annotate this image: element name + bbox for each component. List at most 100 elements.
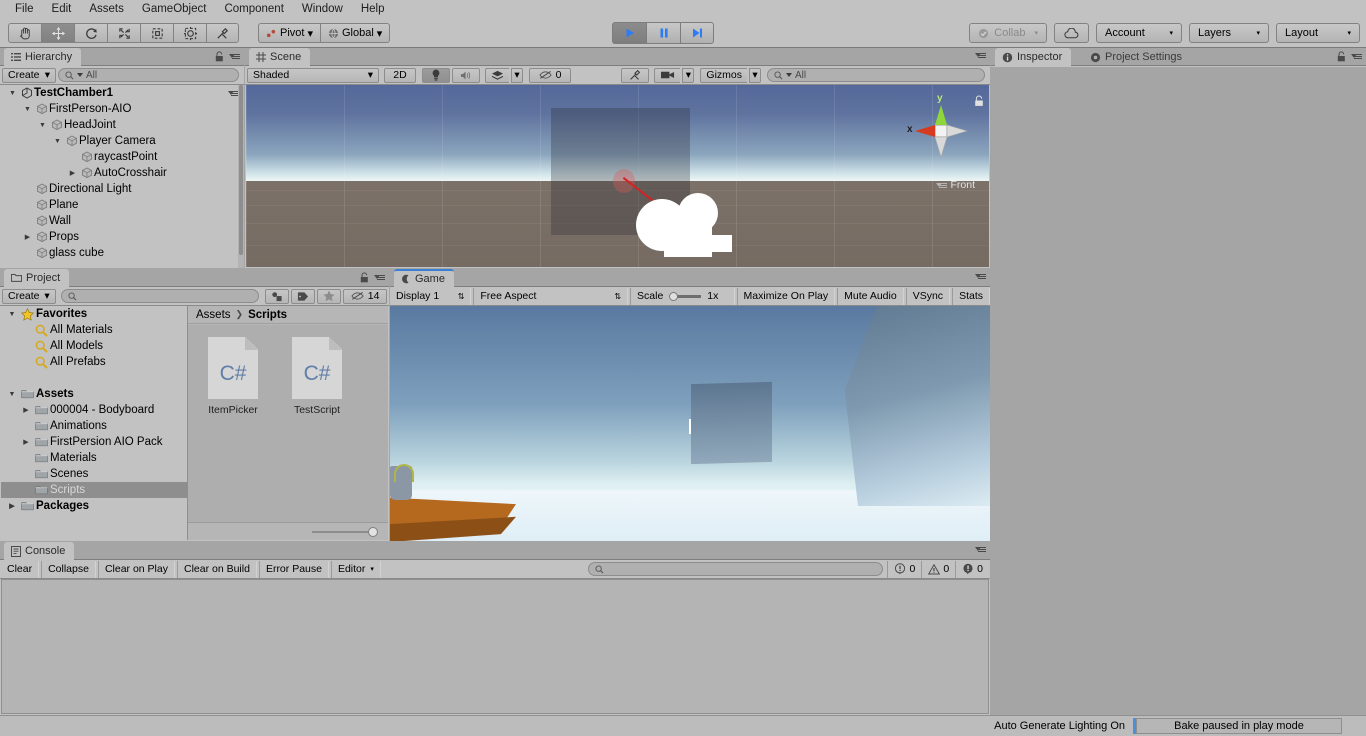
hierarchy-options-icon[interactable] xyxy=(229,52,240,61)
hierarchy-item[interactable]: ▶ AutoCrosshair xyxy=(0,165,244,181)
filter-by-label-button[interactable] xyxy=(291,288,316,304)
gizmos-button[interactable]: Gizmos xyxy=(700,67,747,83)
rect-tool-button[interactable] xyxy=(140,23,173,43)
aspect-dropdown[interactable]: Free Aspect ⇅ xyxy=(473,287,629,305)
console-clear-button[interactable]: Clear xyxy=(1,560,40,578)
scene-viewport[interactable]: y x Front xyxy=(246,85,989,267)
scene-camera-button[interactable] xyxy=(654,67,681,83)
scene-tools-button[interactable] xyxy=(621,67,650,83)
rotate-tool-button[interactable] xyxy=(74,23,107,43)
scene-lighting-toggle[interactable] xyxy=(422,67,450,83)
project-hidden-count[interactable]: 14 xyxy=(343,288,387,304)
layers-button[interactable]: Layers ▾ xyxy=(1189,23,1269,43)
favorites-filter-button[interactable] xyxy=(317,288,342,304)
menu-item-edit[interactable]: Edit xyxy=(43,0,81,18)
asset-item[interactable]: C# TestScript xyxy=(286,337,348,522)
global-button[interactable]: Global ▾ xyxy=(320,23,391,43)
breadcrumb-assets[interactable]: Assets xyxy=(196,309,231,321)
hierarchy-tree[interactable]: ▼ TestChamber1 ▼ FirstPerson-AIO ▼ HeadJoin… xyxy=(0,85,244,268)
move-tool-button[interactable] xyxy=(41,23,74,43)
disclosure-triangle[interactable]: ▶ xyxy=(21,233,34,241)
menu-item-assets[interactable]: Assets xyxy=(80,0,133,18)
menu-item-gameobject[interactable]: GameObject xyxy=(133,0,216,18)
project-tree-item[interactable]: All Models xyxy=(1,338,187,354)
disclosure-triangle[interactable]: ▼ xyxy=(36,122,49,129)
menu-item-file[interactable]: File xyxy=(6,0,43,18)
assets-grid[interactable]: C# ItemPicker C# TestScript xyxy=(188,325,388,522)
project-tree-item[interactable]: ▶ FirstPersion AIO Pack xyxy=(1,434,187,450)
hierarchy-item[interactable]: ▼ FirstPerson-AIO xyxy=(0,101,244,117)
scene-options-icon[interactable] xyxy=(975,51,986,60)
play-button[interactable] xyxy=(612,22,646,44)
project-options-icon[interactable] xyxy=(374,273,385,282)
menu-item-window[interactable]: Window xyxy=(293,0,352,18)
asset-item[interactable]: C# ItemPicker xyxy=(202,337,264,522)
console-search-input[interactable] xyxy=(588,562,884,576)
display-dropdown[interactable]: Display 1 ⇅ xyxy=(390,287,472,305)
hierarchy-scrollbar[interactable] xyxy=(238,85,244,268)
scene-axis-gizmo[interactable]: y x xyxy=(907,93,975,167)
asset-zoom-slider[interactable] xyxy=(188,522,388,540)
hierarchy-item[interactable]: ▼ Player Camera xyxy=(0,133,244,149)
disclosure-triangle[interactable]: ▼ xyxy=(5,311,19,318)
lock-icon[interactable] xyxy=(360,272,369,283)
scene-view-orientation-label[interactable]: Front xyxy=(936,179,975,191)
hierarchy-scene-root[interactable]: ▼ TestChamber1 xyxy=(0,85,244,101)
filter-by-type-button[interactable] xyxy=(265,288,290,304)
disclosure-triangle[interactable]: ▼ xyxy=(51,138,64,145)
hierarchy-item[interactable]: raycastPoint xyxy=(0,149,244,165)
cloud-button[interactable] xyxy=(1054,23,1089,43)
console-clear-on-play-button[interactable]: Clear on Play xyxy=(97,560,175,578)
scene-hidden-objects[interactable]: 0 xyxy=(529,67,571,83)
stats-button[interactable]: Stats xyxy=(952,287,990,305)
disclosure-triangle[interactable]: ▶ xyxy=(19,438,33,446)
shading-mode-dropdown[interactable]: Shaded ▾ xyxy=(247,67,379,83)
scale-slider-group[interactable]: Scale 1x xyxy=(630,287,735,305)
transform-tool-button[interactable] xyxy=(173,23,206,43)
project-search-input[interactable] xyxy=(60,289,260,303)
menu-item-component[interactable]: Component xyxy=(215,0,292,18)
project-tree-item[interactable]: ▼ Assets xyxy=(1,386,187,402)
console-warning-counter[interactable]: 0 xyxy=(921,560,955,578)
project-tree-item[interactable]: All Materials xyxy=(1,322,187,338)
vsync-button[interactable]: VSync xyxy=(905,287,951,305)
tab-inspector[interactable]: Inspector xyxy=(995,48,1072,66)
project-tree-item[interactable]: ▶ 000004 - Bodyboard xyxy=(1,402,187,418)
collab-button[interactable]: Collab ▾ xyxy=(969,23,1047,43)
hierarchy-item[interactable]: Wall xyxy=(0,213,244,229)
disclosure-triangle[interactable]: ▼ xyxy=(5,391,19,398)
tab-hierarchy[interactable]: Hierarchy xyxy=(4,48,82,66)
project-folder-tree[interactable]: ▼ Favorites All Materials All Models All Pre… xyxy=(1,306,187,540)
disclosure-triangle[interactable]: ▼ xyxy=(21,106,34,113)
tab-game[interactable]: Game xyxy=(394,269,454,287)
project-tree-item[interactable]: Scenes xyxy=(1,466,187,482)
layout-button[interactable]: Layout ▾ xyxy=(1276,23,1360,43)
console-collapse-button[interactable]: Collapse xyxy=(41,560,96,578)
game-viewport[interactable] xyxy=(390,306,990,541)
mute-audio-button[interactable]: Mute Audio xyxy=(837,287,904,305)
hierarchy-item[interactable]: ▶ Props xyxy=(0,229,244,245)
scene-search-input[interactable]: All xyxy=(767,68,985,82)
console-log-list[interactable] xyxy=(1,579,989,714)
hand-tool-button[interactable] xyxy=(8,23,41,43)
gizmos-dropdown[interactable]: ▾ xyxy=(749,67,761,83)
console-editor-dropdown[interactable]: Editor ▾ xyxy=(330,560,381,578)
menu-item-help[interactable]: Help xyxy=(352,0,394,18)
console-error-pause-button[interactable]: Error Pause xyxy=(258,560,329,578)
hierarchy-item[interactable]: ▼ HeadJoint xyxy=(0,117,244,133)
console-log-counter[interactable]: 0 xyxy=(887,560,921,578)
hierarchy-item[interactable]: Directional Light xyxy=(0,181,244,197)
maximize-on-play-button[interactable]: Maximize On Play xyxy=(736,287,836,305)
disclosure-triangle[interactable]: ▶ xyxy=(19,406,33,414)
hierarchy-item[interactable]: Plane xyxy=(0,197,244,213)
tab-console[interactable]: Console xyxy=(4,542,75,560)
pivot-button[interactable]: Pivot ▾ xyxy=(258,23,320,43)
project-tree-item[interactable]: ▼ Favorites xyxy=(1,306,187,322)
project-tree-item[interactable]: All Prefabs xyxy=(1,354,187,370)
console-clear-on-build-button[interactable]: Clear on Build xyxy=(176,560,257,578)
scale-tool-button[interactable] xyxy=(107,23,140,43)
scene-fx-toggle[interactable] xyxy=(485,67,509,83)
hierarchy-search-input[interactable]: All xyxy=(58,68,239,82)
hierarchy-create-button[interactable]: Create ▾ xyxy=(2,67,56,83)
game-options-icon[interactable] xyxy=(975,272,986,281)
